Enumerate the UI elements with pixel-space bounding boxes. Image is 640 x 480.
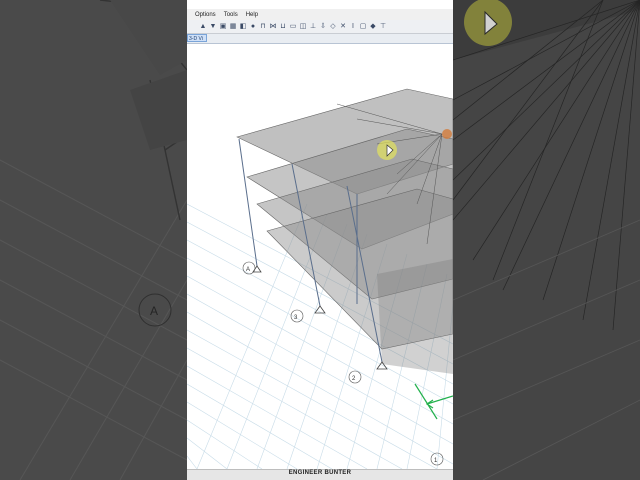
menu-bar: Options Tools Help	[187, 9, 453, 20]
model-viewport[interactable]: A 3 2 1	[187, 44, 453, 469]
floor-slabs	[236, 88, 453, 374]
load-icon[interactable]: ⇩	[319, 23, 327, 31]
left-blurred-backdrop: A	[0, 0, 187, 480]
menu-options[interactable]: Options	[195, 12, 216, 18]
column-icon[interactable]: I	[349, 23, 357, 31]
view-tab-strip: 3-D Vi	[187, 34, 453, 44]
left-dim-overlay	[0, 0, 187, 480]
grid-label-2: 2	[352, 376, 356, 382]
node-icon[interactable]: ◇	[329, 23, 337, 31]
main-toolbar: ▲ ▼ ▣ ▦ ◧ ● ⊓ ⋈ ⊔ ▭ ◫ ⊥ ⇩ ◇ ✕ I ▢ ◆ ⊤	[187, 20, 453, 34]
grid-label-3: 3	[294, 315, 298, 321]
link-icon[interactable]: ⊤	[379, 23, 387, 31]
arrow-down-icon[interactable]: ▼	[209, 23, 217, 31]
slab-icon[interactable]: ▭	[289, 23, 297, 31]
select-icon[interactable]: ▢	[359, 23, 367, 31]
menu-tools[interactable]: Tools	[224, 12, 238, 18]
app-window: Options Tools Help ▲ ▼ ▣ ▦ ◧ ● ⊓ ⋈ ⊔ ▭ ◫…	[187, 0, 453, 480]
right-blurred-backdrop	[453, 0, 640, 480]
load-point-marker	[442, 129, 452, 139]
grid-icon[interactable]: ▦	[229, 23, 237, 31]
structural-model-3d[interactable]: A 3 2 1	[187, 44, 453, 469]
brace-icon[interactable]: ⋈	[269, 23, 277, 31]
beam-icon[interactable]: ⊔	[279, 23, 287, 31]
support-icon[interactable]: ⊥	[309, 23, 317, 31]
frame-icon[interactable]: ⊓	[259, 23, 267, 31]
layers-icon[interactable]: ◧	[239, 23, 247, 31]
grid-label-a: A	[246, 267, 250, 273]
view-icon[interactable]: ▣	[219, 23, 227, 31]
right-dim-overlay	[453, 0, 640, 480]
wall-icon[interactable]: ◫	[299, 23, 307, 31]
point-icon[interactable]: ◆	[369, 23, 377, 31]
menu-help[interactable]: Help	[246, 12, 258, 18]
arrow-up-icon[interactable]: ▲	[199, 23, 207, 31]
tab-3d-view[interactable]: 3-D Vi	[187, 34, 207, 42]
x-icon[interactable]: ✕	[339, 23, 347, 31]
watermark-text: ENGINEER BUNTER	[288, 470, 352, 476]
sphere-icon[interactable]: ●	[249, 23, 257, 31]
